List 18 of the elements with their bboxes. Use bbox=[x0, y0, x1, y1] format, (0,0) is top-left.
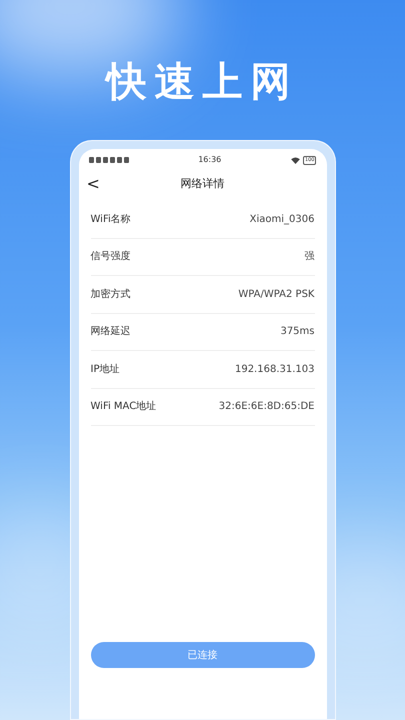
headline: 快速上网 bbox=[106, 58, 298, 107]
status-time: 16:36 bbox=[198, 154, 222, 166]
row-value: WPA/WPA2 PSK bbox=[238, 288, 314, 302]
row-value: Xiaomi_0306 bbox=[250, 212, 314, 227]
row-value: 375ms bbox=[280, 325, 314, 340]
back-button[interactable]: < bbox=[86, 176, 100, 192]
row-value: 强 bbox=[304, 250, 314, 264]
row-value: 192.168.31.103 bbox=[234, 362, 314, 377]
row-label: IP地址 bbox=[90, 362, 120, 377]
wifi-icon bbox=[290, 156, 300, 164]
row-value: 32:6E:6E:8D:65:DE bbox=[218, 400, 314, 414]
row-label: WiFi名称 bbox=[90, 212, 131, 227]
screen-title: 网络详情 bbox=[180, 176, 224, 192]
notification-icons bbox=[88, 157, 128, 163]
row-label: 加密方式 bbox=[90, 288, 130, 302]
row-label: 信号强度 bbox=[90, 250, 130, 264]
row-label: 网络延迟 bbox=[90, 325, 130, 340]
row-label: WiFi MAC地址 bbox=[90, 400, 156, 414]
